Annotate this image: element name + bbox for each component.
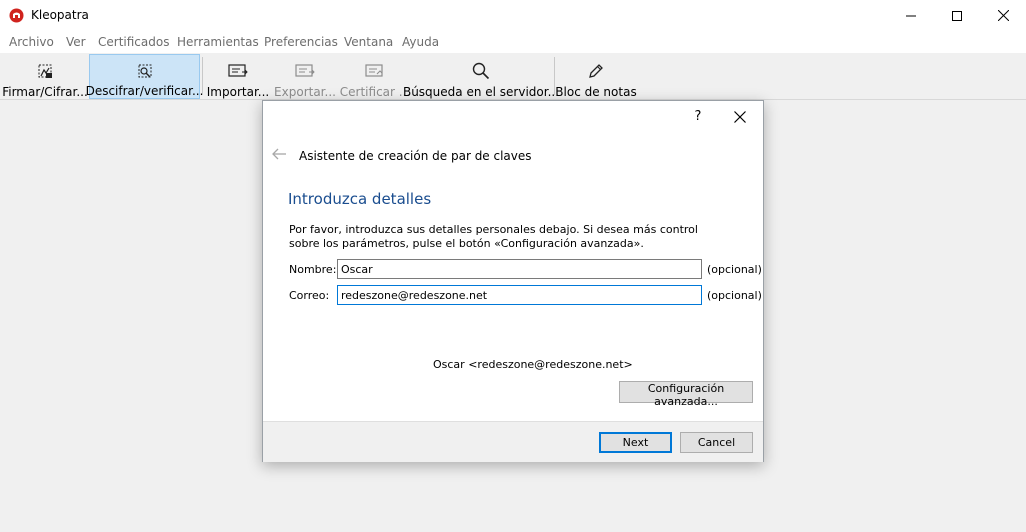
wizard-heading: Introduzca detalles bbox=[288, 190, 432, 208]
menu-herramientas[interactable]: Herramientas bbox=[177, 35, 259, 49]
certify-icon bbox=[365, 64, 383, 77]
close-icon bbox=[734, 111, 746, 123]
decrypt-verify-icon bbox=[138, 64, 151, 78]
dialog-close-button[interactable] bbox=[729, 107, 751, 127]
minimize-button[interactable] bbox=[888, 0, 934, 31]
menu-certificados[interactable]: Certificados bbox=[98, 35, 169, 49]
name-input[interactable] bbox=[337, 259, 702, 279]
certify-button[interactable]: Certificar ... bbox=[339, 54, 411, 99]
email-label: Correo: bbox=[289, 289, 330, 302]
server-lookup-label: Búsqueda en el servidor... bbox=[402, 85, 560, 99]
key-pair-wizard-dialog: ? Asistente de creación de par de claves… bbox=[262, 100, 764, 462]
decrypt-verify-button[interactable]: Descifrar/verificar... bbox=[86, 54, 203, 99]
export-button[interactable]: Exportar... bbox=[274, 54, 336, 99]
notepad-label: Bloc de notas bbox=[555, 85, 637, 99]
maximize-icon bbox=[952, 10, 962, 21]
name-optional-hint: (opcional) bbox=[707, 263, 762, 276]
email-input[interactable] bbox=[337, 285, 702, 305]
next-button[interactable]: Next bbox=[599, 432, 672, 453]
user-id-preview: Oscar <redeszone@redeszone.net> bbox=[433, 358, 633, 371]
import-label: Importar... bbox=[206, 85, 270, 99]
kleopatra-logo-icon bbox=[9, 8, 24, 23]
name-label: Nombre: bbox=[289, 263, 337, 276]
export-icon bbox=[295, 64, 315, 77]
close-icon bbox=[997, 10, 1009, 21]
import-button[interactable]: Importar... bbox=[206, 54, 270, 99]
server-lookup-button[interactable]: Búsqueda en el servidor... bbox=[403, 54, 559, 99]
menu-ayuda[interactable]: Ayuda bbox=[402, 35, 439, 49]
cancel-button[interactable]: Cancel bbox=[680, 432, 753, 453]
menu-ventana[interactable]: Ventana bbox=[344, 35, 393, 49]
toolbar-separator bbox=[202, 57, 203, 95]
title-bar: Kleopatra bbox=[0, 0, 1026, 31]
certify-label: Certificar ... bbox=[339, 85, 411, 99]
notepad-button[interactable]: Bloc de notas bbox=[555, 54, 637, 99]
pencil-icon bbox=[589, 64, 603, 78]
menu-archivo[interactable]: Archivo bbox=[9, 35, 54, 49]
export-label: Exportar... bbox=[274, 85, 336, 99]
close-window-button[interactable] bbox=[980, 0, 1026, 31]
menu-ver[interactable]: Ver bbox=[66, 35, 86, 49]
sign-encrypt-button[interactable]: Firmar/Cifrar... bbox=[2, 54, 88, 99]
back-arrow-icon[interactable] bbox=[271, 147, 287, 161]
dialog-footer: Next Cancel bbox=[263, 421, 763, 462]
sign-encrypt-icon bbox=[38, 64, 52, 78]
window-title: Kleopatra bbox=[31, 8, 89, 22]
sign-encrypt-label: Firmar/Cifrar... bbox=[2, 85, 88, 99]
search-icon bbox=[472, 62, 490, 80]
maximize-button[interactable] bbox=[934, 0, 980, 31]
wizard-description: Por favor, introduzca sus detalles perso… bbox=[289, 223, 698, 250]
advanced-settings-button[interactable]: Configuración avanzada... bbox=[619, 381, 753, 408]
help-button[interactable]: ? bbox=[689, 109, 707, 127]
email-optional-hint: (opcional) bbox=[707, 289, 762, 302]
menu-preferencias[interactable]: Preferencias bbox=[264, 35, 338, 49]
import-icon bbox=[228, 64, 248, 77]
decrypt-verify-label: Descifrar/verificar... bbox=[85, 84, 204, 98]
menu-bar: Archivo Ver Certificados Herramientas Pr… bbox=[0, 31, 1026, 53]
minimize-icon bbox=[906, 15, 916, 16]
wizard-title: Asistente de creación de par de claves bbox=[299, 149, 532, 163]
toolbar: Firmar/Cifrar... Descifrar/verificar... … bbox=[0, 53, 1026, 100]
